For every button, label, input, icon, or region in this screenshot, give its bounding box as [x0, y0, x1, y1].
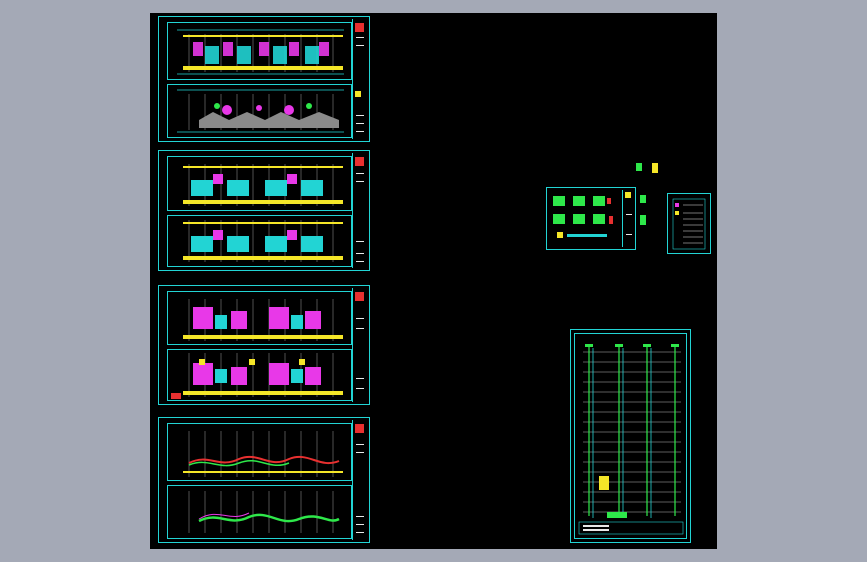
- title-block: [352, 288, 367, 402]
- floor-plan-sheet-3[interactable]: [158, 285, 370, 405]
- detail-drawings: [553, 196, 613, 238]
- title-block: [352, 420, 367, 540]
- title-block: [622, 190, 633, 247]
- floor-plan-sheet-2[interactable]: [158, 150, 370, 271]
- legend-table: [672, 198, 706, 250]
- floor-plan-drawing: [171, 299, 343, 399]
- floor-plan-drawing: [177, 29, 344, 133]
- legend-sheet[interactable]: [667, 193, 711, 254]
- floor-plan-drawing: [183, 164, 343, 262]
- floor-plan-sheet-4[interactable]: [158, 417, 370, 543]
- title-block: [352, 153, 367, 268]
- riser-diagram-sheet[interactable]: [570, 329, 691, 543]
- detail-callout: [640, 195, 646, 225]
- detail-callout: [636, 163, 658, 173]
- floor-plan-drawing: [183, 431, 343, 533]
- floor-plan-sheet-1[interactable]: [158, 16, 370, 142]
- drawing-canvas[interactable]: [150, 13, 717, 549]
- riser-diagram: [578, 344, 684, 535]
- detail-drawings-sheet[interactable]: [546, 187, 636, 250]
- title-block: [352, 19, 367, 139]
